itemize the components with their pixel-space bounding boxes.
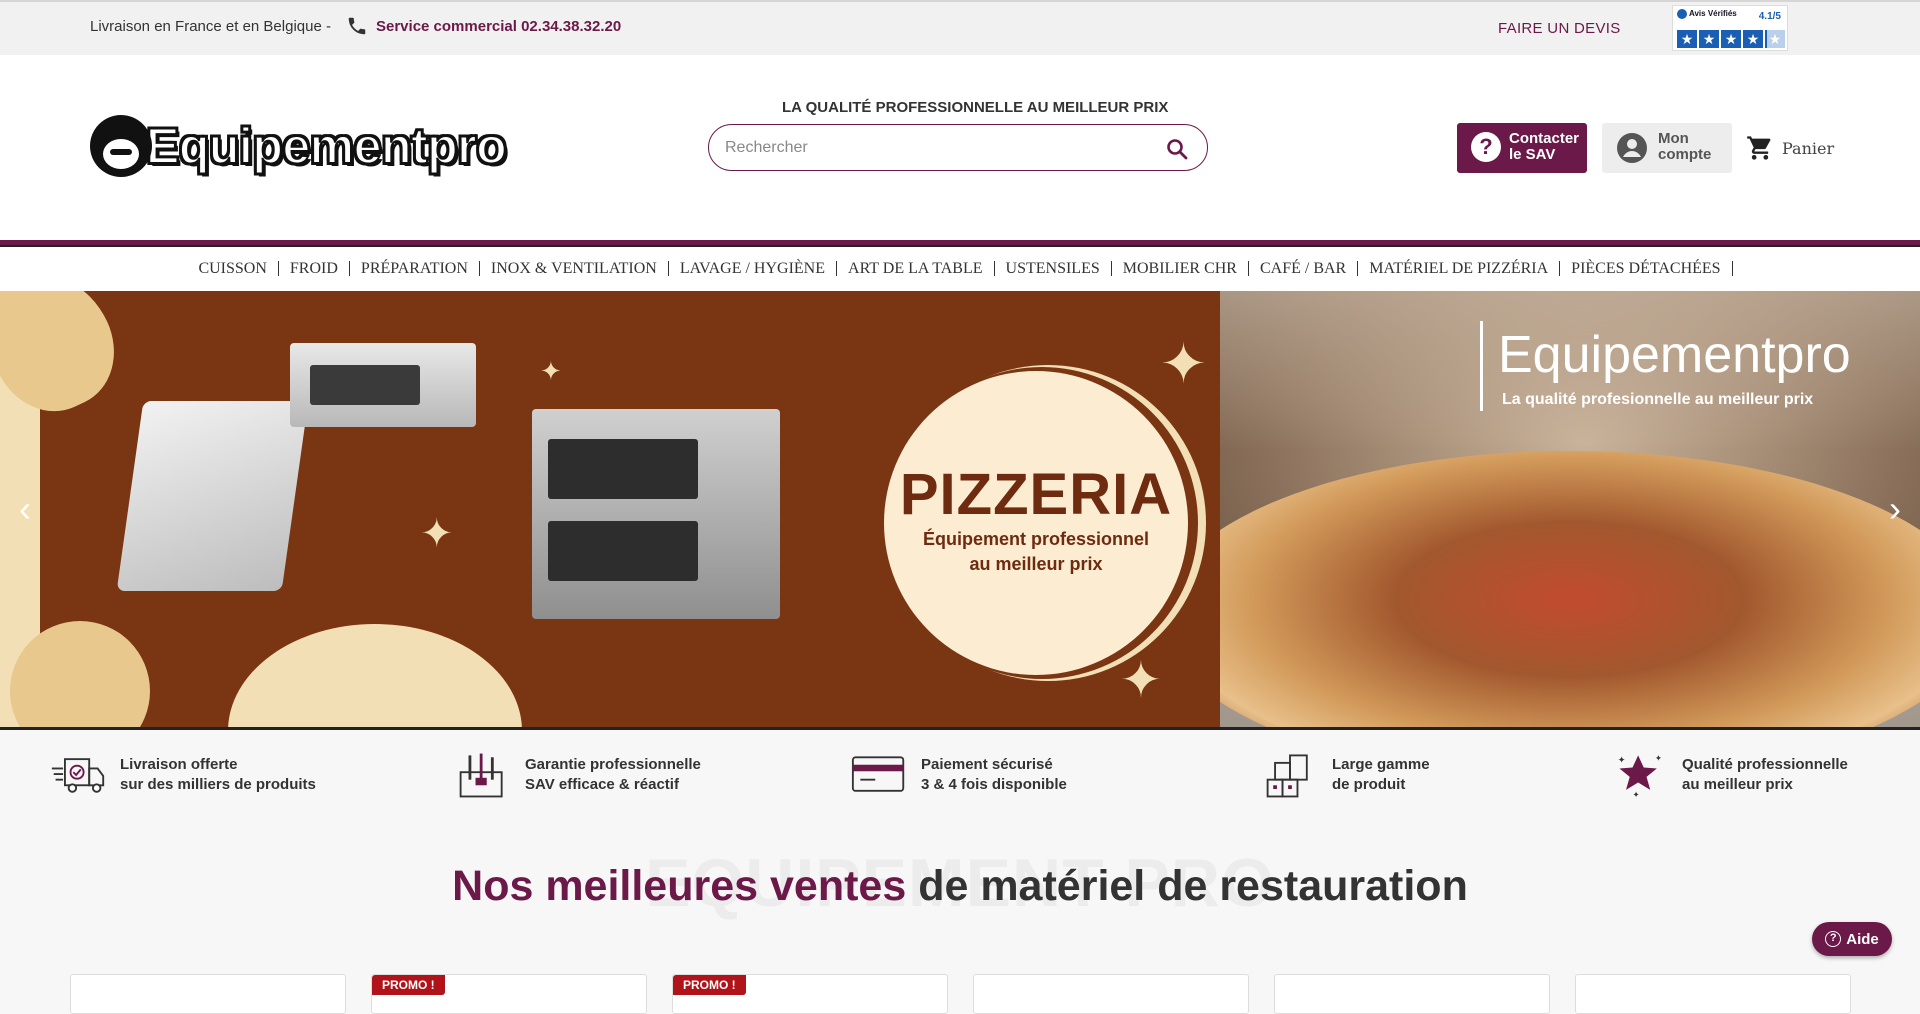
star-icon: ★: [1699, 30, 1719, 48]
star-partial-icon: ★: [1765, 30, 1785, 48]
cart-label: Panier: [1782, 138, 1835, 158]
reassurance-item-payment: Paiement sécurisé 3 & 4 fois disponible: [851, 750, 1067, 800]
avis-verifies-widget[interactable]: Avis Vérifiés 4.1/5 ★ ★ ★ ★ ★: [1672, 5, 1788, 51]
banner-headline: PIZZERIA: [899, 462, 1173, 527]
cart-button[interactable]: Panier: [1746, 133, 1834, 163]
reassurance-item-range: Large gamme de produit: [1262, 750, 1430, 800]
search-bar: [708, 124, 1208, 171]
sparkle-icon: ✦: [540, 356, 562, 386]
nav-item-café-bar[interactable]: CAFÉ / BAR: [1249, 260, 1359, 276]
dough-roller-image: [116, 401, 309, 591]
promo-badge: PROMO !: [673, 975, 746, 995]
delivery-info: Livraison en France et en Belgique -: [90, 18, 331, 35]
help-label: Aide: [1846, 930, 1879, 948]
product-card[interactable]: [1575, 974, 1851, 1014]
contact-sav-label: Contacter le SAV: [1509, 130, 1580, 163]
star-icon: ★: [1721, 30, 1741, 48]
reassurance-bar: Livraison offerte sur des milliers de pro…: [0, 727, 1920, 832]
avis-verifies-logo: Avis Vérifiés: [1677, 9, 1737, 19]
faire-un-devis-link[interactable]: FAIRE UN DEVIS: [1498, 20, 1621, 37]
cart-icon: [1747, 136, 1771, 160]
svg-text:✦: ✦: [1655, 753, 1662, 763]
rating-stars: ★ ★ ★ ★ ★: [1677, 30, 1785, 48]
nav-item-inox-ventilation[interactable]: INOX & VENTILATION: [480, 260, 669, 276]
my-account-label: Mon compte: [1658, 130, 1712, 163]
nav-item-lavage-hygiène[interactable]: LAVAGE / HYGIÈNE: [669, 260, 838, 276]
toolbox-icon: [459, 753, 503, 798]
star-icon: ★: [1743, 30, 1763, 48]
header: Equipementpro LA QUALITÉ PROFESSIONNELLE…: [0, 55, 1920, 240]
reassurance-item-delivery: Livraison offerte sur des milliers de pro…: [50, 750, 316, 800]
promo-badge: PROMO !: [372, 975, 445, 995]
carousel-next-arrow-icon[interactable]: ›: [1880, 489, 1910, 529]
top-bar: Livraison en France et en Belgique - Ser…: [0, 0, 1920, 55]
sparkle-icon: ✦: [420, 512, 454, 556]
banner-subline: Équipement professionnel au meilleur pri…: [922, 529, 1150, 574]
nav-item-cuisson[interactable]: CUISSON: [187, 260, 279, 276]
service-commercial-phone-link[interactable]: Service commercial 02.34.38.32.20: [376, 18, 621, 35]
product-card[interactable]: PROMO !: [371, 974, 647, 1014]
boxes-icon: [1266, 754, 1308, 798]
nav-item-ustensiles[interactable]: USTENSILES: [995, 260, 1112, 276]
product-card[interactable]: [1274, 974, 1550, 1014]
my-account-button[interactable]: Mon compte: [1602, 123, 1732, 173]
pizza-oven-double-image: [532, 409, 780, 619]
sparkle-icon: ✦: [1120, 652, 1162, 708]
best-sellers-section: EQUIPEMENT PRO Nos meilleures ventes de …: [0, 832, 1920, 1014]
truck-icon: [51, 758, 105, 793]
help-button[interactable]: ? Aide: [1812, 922, 1892, 956]
nav-item-préparation[interactable]: PRÉPARATION: [350, 260, 480, 276]
question-icon: ?: [1471, 132, 1501, 162]
product-card[interactable]: [973, 974, 1249, 1014]
pizza-oven-small-image: [290, 343, 476, 427]
banner-brand-tagline: La qualité profesionnelle au meilleur pr…: [1502, 391, 1814, 408]
main-navigation: CUISSON FROID PRÉPARATION INOX & VENTILATIO…: [0, 240, 1920, 291]
credit-card-icon: [851, 756, 905, 792]
help-icon: ?: [1825, 931, 1842, 947]
hero-carousel[interactable]: ✦ ✦ ✦ ✦ PIZZERIA Équipement professionne…: [0, 291, 1920, 727]
star-icon: ★: [1677, 30, 1697, 48]
header-tagline: LA QUALITÉ PROFESSIONNELLE AU MEILLEUR P…: [782, 99, 1169, 116]
search-input[interactable]: [725, 136, 1145, 160]
contact-sav-button[interactable]: ? Contacter le SAV: [1457, 123, 1587, 173]
nav-item-mobilier-chr[interactable]: MOBILIER CHR: [1112, 260, 1249, 276]
carousel-prev-arrow-icon[interactable]: ‹: [10, 489, 40, 529]
product-cards: PROMO ! PROMO !: [0, 974, 1920, 1014]
product-card[interactable]: [70, 974, 346, 1014]
star-icon: ✦ ✦ ✦: [1618, 753, 1662, 799]
user-avatar-icon: [1617, 133, 1647, 163]
nav-item-pièces-détachées[interactable]: PIÈCES DÉTACHÉES: [1560, 260, 1733, 276]
sparkle-icon: ✦: [1160, 332, 1207, 395]
chef-mascot-icon: [90, 115, 152, 177]
banner-brand: Equipementpro: [1498, 326, 1851, 384]
site-logo[interactable]: Equipementpro: [90, 115, 508, 177]
reassurance-item-warranty: Garantie professionnelle SAV efficace & r…: [455, 750, 701, 800]
nav-items: CUISSON FROID PRÉPARATION INOX & VENTILATIO…: [0, 245, 1920, 291]
avis-score: 4.1/5: [1758, 11, 1781, 22]
nav-item-art-de-la-table[interactable]: ART DE LA TABLE: [837, 260, 995, 276]
product-card[interactable]: PROMO !: [672, 974, 948, 1014]
svg-text:✦: ✦: [1618, 755, 1626, 765]
reassurance-item-quality: ✦ ✦ ✦ Qualité professionnelle au meilleur p…: [1612, 750, 1848, 800]
phone-icon: [348, 17, 366, 35]
svg-text:✦: ✦: [1633, 789, 1640, 799]
nav-item-froid[interactable]: FROID: [279, 260, 350, 276]
logo-text: Equipementpro: [145, 117, 508, 175]
search-icon[interactable]: [1165, 137, 1189, 161]
nav-item-matériel-de-pizzéria[interactable]: MATÉRIEL DE PIZZÉRIA: [1358, 260, 1561, 276]
section-title: Nos meilleures ventes de matériel de res…: [452, 862, 1468, 910]
